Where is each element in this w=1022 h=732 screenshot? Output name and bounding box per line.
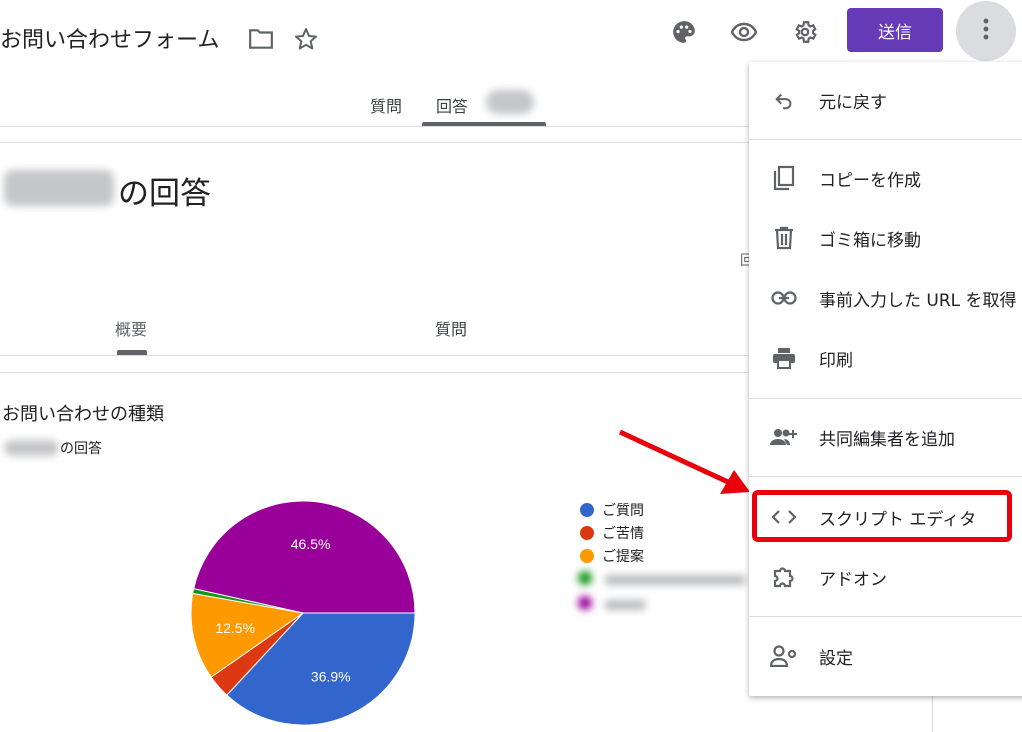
question-title: お問い合わせの種類 — [2, 404, 164, 425]
folder-icon[interactable] — [246, 24, 276, 54]
menu-item-prefill-url[interactable]: 事前入力した URL を取得 — [749, 274, 1022, 322]
menu-divider — [749, 398, 1022, 399]
menu-item-label: アドオン — [819, 569, 887, 590]
pie-slice-label: 46.5% — [291, 536, 331, 552]
pie-slice[interactable] — [193, 500, 416, 614]
copy-icon — [749, 165, 819, 191]
menu-item-label: 元に戻す — [819, 92, 887, 113]
response-count-badge — [486, 90, 534, 114]
tab-questions[interactable]: 質問 — [370, 93, 402, 117]
undo-icon — [749, 89, 819, 111]
legend-item: ご苦情 — [580, 523, 644, 543]
pie-chart: 36.9% 12.5% 46.5% — [190, 500, 416, 726]
person-settings-icon — [749, 645, 819, 667]
legend-label: ご質問 — [602, 503, 644, 519]
pie-slice-label: 12.5% — [215, 620, 255, 636]
subtab-question[interactable]: 質問 — [435, 316, 467, 340]
responses-heading: の回答 — [118, 176, 211, 212]
pie-slice-label: 36.9% — [311, 669, 351, 685]
menu-item-settings[interactable]: 設定 — [749, 632, 1022, 680]
more-options-menu: 元に戻す コピーを作成 ゴミ箱に移動 事前入力した URL を取得 印刷 共同編… — [749, 62, 1022, 696]
star-icon[interactable] — [291, 24, 321, 54]
legend-swatch — [580, 526, 594, 540]
menu-item-label: 共同編集者を追加 — [819, 429, 955, 450]
gear-icon[interactable] — [787, 14, 823, 50]
menu-item-print[interactable]: 印刷 — [749, 334, 1022, 382]
menu-item-label: 設定 — [819, 648, 853, 669]
menu-divider — [749, 476, 1022, 477]
legend-item-blurred — [578, 570, 750, 586]
legend-label: ご苦情 — [602, 526, 644, 542]
legend-swatch — [580, 549, 594, 563]
legend-item: ご質問 — [580, 500, 644, 520]
menu-item-copy[interactable]: コピーを作成 — [749, 154, 1022, 202]
menu-item-undo[interactable]: 元に戻す — [749, 76, 1022, 124]
subtab-summary[interactable]: 概要 — [115, 316, 147, 340]
add-people-icon — [749, 427, 819, 447]
question-card-border — [0, 372, 749, 373]
response-count-blurred — [4, 170, 114, 206]
question-count-label: の回答 — [60, 441, 102, 457]
annotation-highlight-box — [752, 490, 1012, 542]
legend-label: ご提案 — [602, 549, 644, 565]
more-options-button[interactable] — [956, 1, 1016, 61]
form-title[interactable]: お問い合わせフォーム — [0, 22, 219, 54]
right-panel-divider — [932, 696, 933, 732]
menu-divider — [749, 616, 1022, 617]
send-button[interactable]: 送信 — [847, 8, 943, 52]
legend-swatch — [580, 503, 594, 517]
print-icon — [749, 347, 819, 369]
menu-item-label: ゴミ箱に移動 — [819, 230, 921, 251]
menu-divider — [749, 139, 1022, 140]
annotation-arrow — [618, 429, 750, 494]
menu-item-label: コピーを作成 — [819, 170, 921, 191]
legend-item-blurred — [578, 595, 658, 611]
legend-item: ご提案 — [580, 546, 644, 566]
trash-icon — [749, 226, 819, 250]
menu-item-label: 印刷 — [819, 350, 853, 371]
palette-icon[interactable] — [666, 14, 702, 50]
card-top-border — [0, 142, 749, 143]
more-vert-icon — [983, 18, 989, 44]
menu-item-label: 事前入力した URL を取得 — [819, 290, 1017, 311]
menu-item-add-collaborators[interactable]: 共同編集者を追加 — [749, 413, 1022, 461]
tabs-divider — [0, 126, 749, 127]
preview-eye-icon[interactable] — [726, 14, 762, 50]
subtabs-divider — [0, 355, 749, 356]
menu-item-trash[interactable]: ゴミ箱に移動 — [749, 214, 1022, 262]
puzzle-icon — [749, 565, 819, 589]
menu-item-addons[interactable]: アドオン — [749, 553, 1022, 601]
tab-responses[interactable]: 回答 — [436, 93, 468, 117]
question-count-blurred — [4, 440, 59, 456]
link-icon — [749, 291, 819, 305]
